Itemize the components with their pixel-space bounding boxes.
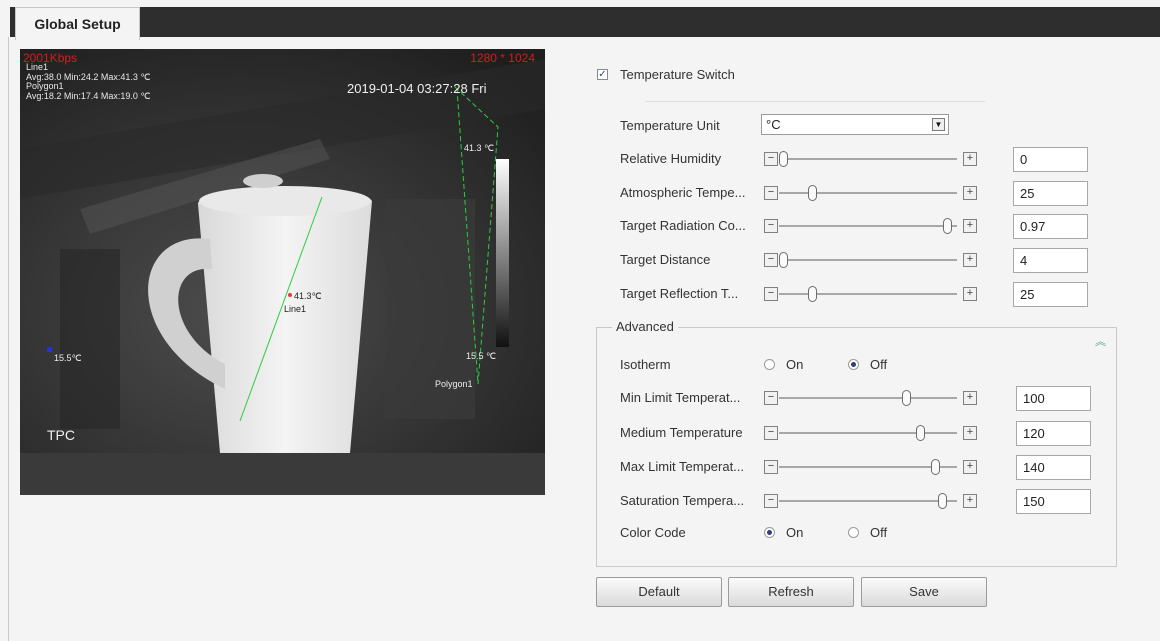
slider-label: Medium Temperature (620, 425, 743, 440)
value-input[interactable]: 0.97 (1013, 214, 1088, 239)
minus-icon[interactable]: − (764, 494, 778, 508)
collapse-icon[interactable]: ︽ (1095, 333, 1106, 349)
plus-icon[interactable]: + (963, 426, 977, 440)
slider-track[interactable] (779, 158, 957, 160)
minus-icon[interactable]: − (764, 219, 778, 233)
slider-thumb[interactable] (942, 218, 952, 234)
slider-track[interactable] (779, 432, 957, 434)
isotherm-label: Isotherm (620, 357, 671, 372)
thermal-image (20, 49, 545, 453)
slider-thumb[interactable] (779, 252, 788, 268)
temperature-unit-select[interactable]: °C ▼ (761, 114, 949, 135)
cup-temp-label: 41.3℃ (294, 291, 322, 301)
color-code-on-radio[interactable] (764, 527, 775, 538)
color-code-label: Color Code (620, 525, 686, 540)
plus-icon[interactable]: + (963, 494, 977, 508)
separator (645, 101, 985, 102)
plus-icon[interactable]: + (963, 391, 977, 405)
slider-label: Relative Humidity (620, 151, 722, 166)
isotherm-off-radio[interactable] (848, 359, 859, 370)
temperature-switch-label: Temperature Switch (620, 67, 735, 82)
slider-label: Target Distance (620, 252, 711, 267)
slider-thumb[interactable] (807, 286, 817, 302)
plus-icon[interactable]: + (963, 152, 977, 166)
value-input[interactable]: 25 (1013, 282, 1088, 307)
default-button[interactable]: Default (596, 577, 722, 607)
value-input[interactable]: 140 (1016, 455, 1091, 480)
value-input[interactable]: 120 (1016, 421, 1091, 446)
measurement-stats: Line1 Avg:38.0 Min:24.2 Max:41.3 ℃ Polyg… (26, 62, 151, 101)
plus-icon[interactable]: + (963, 253, 977, 267)
temperature-unit-value: °C (766, 117, 781, 132)
slider-track[interactable] (779, 293, 957, 295)
tab-bar (10, 7, 1160, 37)
timestamp-text: 2019-01-04 03:27:28 Fri (347, 81, 487, 96)
value-input[interactable]: 0 (1013, 147, 1088, 172)
plus-icon[interactable]: + (963, 460, 977, 474)
resolution-text: 1280 * 1024 (470, 51, 535, 65)
plus-icon[interactable]: + (963, 219, 977, 233)
slider-label: Target Reflection T... (620, 286, 739, 301)
slider-track[interactable] (779, 192, 957, 194)
slider-track[interactable] (779, 397, 957, 399)
slider-track[interactable] (779, 225, 957, 227)
thermal-video-preview: 2001Kbps 1280 * 1024 Line1 Avg:38.0 Min:… (20, 49, 545, 495)
slider-thumb[interactable] (931, 459, 941, 475)
slider-thumb[interactable] (902, 390, 912, 406)
slider-label: Max Limit Temperat... (620, 459, 745, 474)
minus-icon[interactable]: − (764, 426, 778, 440)
color-code-off-radio[interactable] (848, 527, 859, 538)
slider-label: Target Radiation Co... (620, 218, 746, 233)
color-code-off-label: Off (870, 525, 888, 540)
slider-track[interactable] (779, 500, 957, 502)
plus-icon[interactable]: + (963, 287, 977, 301)
polygon-label: Polygon1 (435, 379, 473, 389)
refresh-button[interactable]: Refresh (728, 577, 854, 607)
plus-icon[interactable]: + (963, 186, 977, 200)
slider-track[interactable] (779, 259, 957, 261)
video-status-strip (20, 453, 545, 495)
temperature-unit-label: Temperature Unit (620, 118, 720, 133)
minus-icon[interactable]: − (764, 186, 778, 200)
slider-label: Min Limit Temperat... (620, 390, 741, 405)
channel-name: TPC (47, 427, 75, 443)
value-input[interactable]: 4 (1013, 248, 1088, 273)
polygon1-stats: Avg:18.2 Min:17.4 Max:19.0 ℃ (26, 90, 151, 101)
slider-thumb[interactable] (807, 185, 817, 201)
left-temp-label: 15.5℃ (54, 353, 82, 363)
scale-max-label: 41.3 ℃ (464, 143, 495, 153)
line-label: Line1 (284, 304, 307, 314)
temperature-switch-checkbox[interactable]: ✓ (597, 69, 608, 80)
content-left-border (8, 37, 9, 641)
minus-icon[interactable]: − (764, 460, 778, 474)
minus-icon[interactable]: − (764, 152, 778, 166)
tab-global-setup[interactable]: Global Setup (15, 7, 140, 40)
color-code-on-label: On (786, 525, 804, 540)
minus-icon[interactable]: − (764, 253, 778, 267)
slider-label: Saturation Tempera... (620, 493, 745, 508)
chevron-down-icon[interactable]: ▼ (932, 118, 945, 131)
slider-thumb[interactable] (779, 151, 788, 167)
value-input[interactable]: 150 (1016, 489, 1091, 514)
save-button[interactable]: Save (861, 577, 987, 607)
slider-label: Atmospheric Tempe... (620, 185, 746, 200)
slider-thumb[interactable] (937, 493, 947, 509)
value-input[interactable]: 100 (1016, 386, 1091, 411)
isotherm-on-label: On (786, 357, 804, 372)
value-input[interactable]: 25 (1013, 181, 1088, 206)
isotherm-off-label: Off (870, 357, 888, 372)
advanced-title: Advanced (612, 319, 678, 334)
isotherm-on-radio[interactable] (764, 359, 775, 370)
minus-icon[interactable]: − (764, 287, 778, 301)
slider-thumb[interactable] (915, 425, 925, 441)
minus-icon[interactable]: − (764, 391, 778, 405)
scale-min-label: 15.5 ℃ (466, 351, 497, 361)
